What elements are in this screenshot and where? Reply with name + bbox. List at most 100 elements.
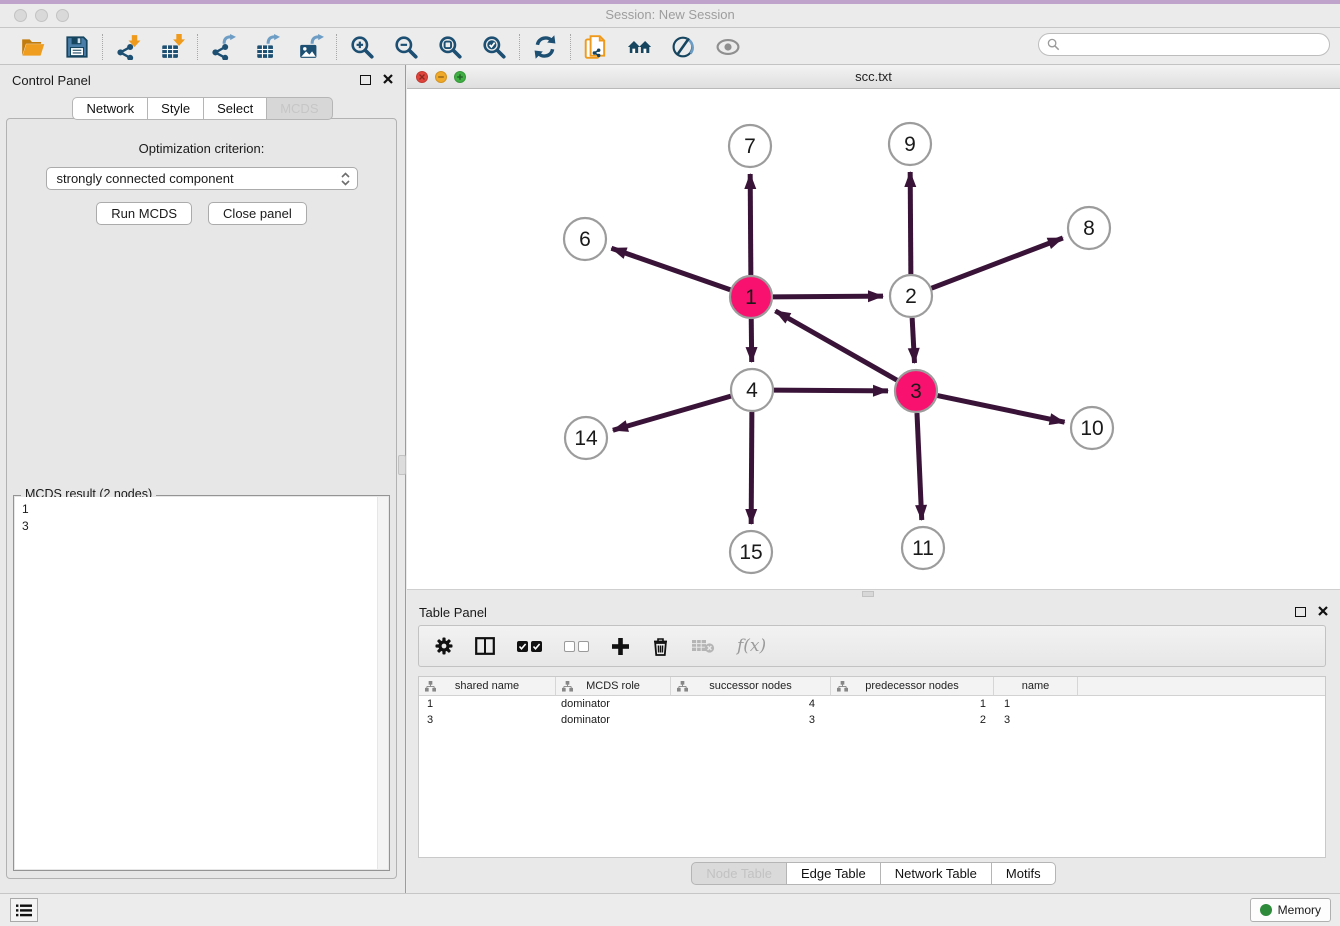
horizontal-splitter[interactable]: [407, 589, 1340, 597]
table-settings-button[interactable]: [435, 633, 453, 659]
memory-button[interactable]: Memory: [1250, 898, 1331, 922]
network-graph[interactable]: 7 9 6 8 1 2 4 3 14 10 15 11: [407, 89, 1340, 589]
graph-edge-4-3[interactable]: [774, 390, 888, 391]
graph-node-14[interactable]: 14: [565, 417, 607, 459]
save-session-button[interactable]: [62, 32, 92, 62]
graph-node-7[interactable]: 7: [729, 125, 771, 167]
table-row[interactable]: 3 dominator 3 2 3: [419, 712, 1325, 728]
graph-edge-2-8[interactable]: [932, 238, 1063, 288]
export-image-icon: [298, 34, 324, 60]
export-image-button[interactable]: [296, 32, 326, 62]
cell-shared-name[interactable]: 1: [419, 698, 556, 710]
tab-style[interactable]: Style: [148, 97, 204, 120]
tab-mcds[interactable]: MCDS: [267, 97, 332, 120]
search-input[interactable]: [1065, 38, 1321, 52]
export-table-button[interactable]: [252, 32, 282, 62]
graph-node-11[interactable]: 11: [902, 527, 944, 569]
graph-edge-3-11[interactable]: [917, 413, 922, 520]
svg-text:11: 11: [912, 537, 934, 560]
import-table-button[interactable]: [157, 32, 187, 62]
column-header-name[interactable]: name: [994, 677, 1078, 695]
criterion-dropdown[interactable]: strongly connected component: [46, 167, 358, 190]
panel-splitter-grip[interactable]: [398, 455, 406, 475]
function-builder-button[interactable]: f(x): [737, 633, 766, 659]
add-column-button[interactable]: [611, 633, 630, 659]
delete-table-button[interactable]: [691, 633, 715, 659]
cell-name[interactable]: 1: [994, 698, 1078, 710]
graph-node-2[interactable]: 2: [890, 275, 932, 317]
checked-box-icon: [531, 641, 542, 652]
graph-edge-3-10[interactable]: [938, 396, 1065, 423]
toggle-style-button[interactable]: [669, 32, 699, 62]
graph-node-8[interactable]: 8: [1068, 207, 1110, 249]
graph-node-6[interactable]: 6: [564, 218, 606, 260]
delete-column-button[interactable]: [652, 633, 669, 659]
cell-successor-nodes[interactable]: 4: [671, 698, 831, 710]
float-table-panel-icon[interactable]: [1295, 607, 1306, 617]
network-from-document-button[interactable]: [581, 32, 611, 62]
graph-edge-2-3[interactable]: [912, 318, 914, 363]
home-views-button[interactable]: [625, 32, 655, 62]
graph-edge-2-9[interactable]: [910, 172, 911, 274]
network-minimize-button[interactable]: [435, 71, 447, 83]
tab-edge-table[interactable]: Edge Table: [787, 862, 881, 885]
run-mcds-button[interactable]: Run MCDS: [96, 202, 192, 225]
column-header-successor-nodes[interactable]: successor nodes: [671, 677, 831, 695]
svg-text:15: 15: [739, 541, 762, 564]
column-header-predecessor-nodes[interactable]: predecessor nodes: [831, 677, 994, 695]
select-all-columns-button[interactable]: [517, 633, 542, 659]
network-canvas[interactable]: 7 9 6 8 1 2 4 3 14 10 15 11: [407, 89, 1340, 589]
graph-edge-3-1[interactable]: [775, 311, 897, 380]
zoom-fit-button[interactable]: [435, 32, 465, 62]
zoom-selected-button[interactable]: [479, 32, 509, 62]
zoom-out-button[interactable]: [391, 32, 421, 62]
export-network-button[interactable]: [208, 32, 238, 62]
close-panel-button[interactable]: Close panel: [208, 202, 307, 225]
graph-edge-1-7[interactable]: [750, 174, 751, 275]
graph-node-9[interactable]: 9: [889, 123, 931, 165]
table-row[interactable]: 1 dominator 4 1 1: [419, 696, 1325, 712]
cell-mcds-role[interactable]: dominator: [556, 698, 671, 710]
graph-edge-1-2[interactable]: [773, 296, 883, 297]
graph-edge-4-15[interactable]: [751, 412, 752, 524]
close-panel-icon[interactable]: [383, 71, 393, 89]
tab-select[interactable]: Select: [204, 97, 267, 120]
checked-box-icon: [517, 641, 528, 652]
graph-node-15[interactable]: 15: [730, 531, 772, 573]
tab-network-table[interactable]: Network Table: [881, 862, 992, 885]
network-maximize-button[interactable]: [454, 71, 466, 83]
cell-predecessor-nodes[interactable]: 2: [831, 714, 994, 726]
result-scrollbar[interactable]: [377, 497, 388, 869]
cell-mcds-role[interactable]: dominator: [556, 714, 671, 726]
cell-name[interactable]: 3: [994, 714, 1078, 726]
tab-network[interactable]: Network: [72, 97, 148, 120]
graph-edge-4-14[interactable]: [613, 396, 731, 430]
graph-node-10[interactable]: 10: [1071, 407, 1113, 449]
zoom-in-button[interactable]: [347, 32, 377, 62]
network-close-button[interactable]: [416, 71, 428, 83]
refresh-network-button[interactable]: [530, 32, 560, 62]
search-field[interactable]: [1038, 33, 1330, 56]
network-window-title: scc.txt: [855, 69, 892, 84]
split-columns-button[interactable]: [475, 633, 495, 659]
column-header-mcds-role[interactable]: MCDS role: [556, 677, 671, 695]
node-table-header: shared name MCDS role successor nodes pr…: [419, 677, 1325, 696]
tab-node-table[interactable]: Node Table: [691, 862, 787, 885]
graph-node-3[interactable]: 3: [895, 370, 937, 412]
mcds-result-text[interactable]: 1 3: [15, 497, 388, 869]
close-table-panel-icon[interactable]: [1318, 603, 1328, 621]
deselect-all-columns-button[interactable]: [564, 633, 589, 659]
column-header-shared-name[interactable]: shared name: [419, 677, 556, 695]
tab-motifs[interactable]: Motifs: [992, 862, 1056, 885]
open-session-button[interactable]: [18, 32, 48, 62]
graph-node-4[interactable]: 4: [731, 369, 773, 411]
toggle-preview-button[interactable]: [713, 32, 743, 62]
cell-successor-nodes[interactable]: 3: [671, 714, 831, 726]
cell-predecessor-nodes[interactable]: 1: [831, 698, 994, 710]
float-panel-icon[interactable]: [360, 75, 371, 85]
graph-edge-1-6[interactable]: [611, 248, 730, 290]
task-history-button[interactable]: [10, 898, 38, 922]
graph-node-1[interactable]: 1: [730, 276, 772, 318]
import-network-button[interactable]: [113, 32, 143, 62]
cell-shared-name[interactable]: 3: [419, 714, 556, 726]
